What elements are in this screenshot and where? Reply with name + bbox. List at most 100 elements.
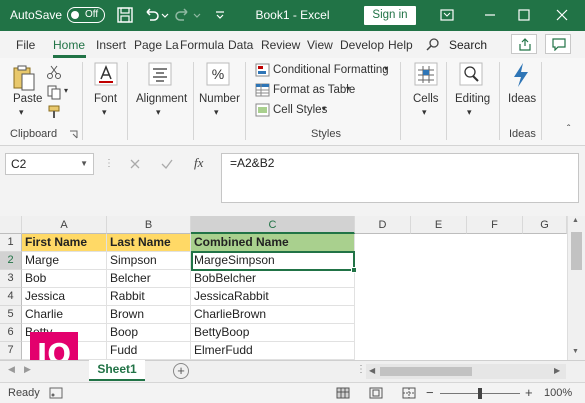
cells-icon[interactable] — [414, 62, 438, 86]
table-cell[interactable]: Brown — [107, 306, 191, 324]
minimize-icon[interactable] — [478, 4, 502, 26]
table-cell[interactable]: JessicaRabbit — [191, 288, 355, 306]
table-cell[interactable]: Jessica — [22, 288, 107, 306]
table-cell[interactable]: First Name — [22, 234, 107, 252]
paste-icon[interactable] — [12, 64, 36, 92]
cells-dropdown-icon[interactable]: ▾ — [422, 107, 427, 118]
number-format-icon[interactable]: % — [206, 62, 230, 86]
editing-icon[interactable] — [459, 62, 483, 86]
comments-button[interactable] — [545, 34, 571, 54]
copy-icon[interactable] — [46, 84, 62, 100]
tab-data[interactable]: Data — [228, 38, 253, 52]
row-header[interactable]: 7 — [0, 342, 22, 360]
prev-sheet-icon[interactable]: ◀ — [8, 364, 15, 375]
font-icon[interactable] — [94, 62, 118, 86]
sign-in-button[interactable]: Sign in — [364, 6, 416, 25]
undo-icon[interactable] — [142, 6, 160, 24]
column-header[interactable]: D — [355, 216, 411, 234]
font-dropdown-icon[interactable]: ▾ — [102, 107, 107, 118]
zoom-level[interactable]: 100% — [544, 387, 572, 399]
column-header[interactable]: E — [411, 216, 467, 234]
column-header[interactable]: A — [22, 216, 107, 234]
table-cell[interactable]: Boop — [107, 324, 191, 342]
table-cell[interactable]: ElmerFudd — [191, 342, 355, 360]
format-painter-icon[interactable] — [46, 104, 62, 120]
tab-file[interactable]: File — [16, 38, 35, 52]
tab-page-layout[interactable]: Page La — [134, 38, 179, 52]
tab-insert[interactable]: Insert — [96, 38, 126, 52]
name-box[interactable]: C2 ▼ — [5, 153, 94, 175]
page-break-view-icon[interactable] — [402, 387, 416, 399]
row-header[interactable]: 1 — [0, 234, 22, 252]
table-cell[interactable]: Rabbit — [107, 288, 191, 306]
table-cell[interactable]: Charlie — [22, 306, 107, 324]
autosave-toggle[interactable]: Off — [67, 7, 105, 23]
cells-button[interactable]: Cells — [413, 93, 439, 105]
row-header[interactable]: 5 — [0, 306, 22, 324]
table-cell[interactable]: BettyBoop — [191, 324, 355, 342]
format-as-table-button[interactable]: Format as Table — [273, 84, 355, 96]
customize-qat-icon[interactable] — [214, 6, 226, 24]
table-cell[interactable]: CharlieBrown — [191, 306, 355, 324]
column-header[interactable]: F — [467, 216, 523, 234]
zoom-out-icon[interactable]: − — [426, 385, 434, 400]
alignment-button[interactable]: Alignment — [136, 93, 187, 105]
fill-handle[interactable] — [351, 267, 357, 273]
number-button[interactable]: Number — [199, 93, 240, 105]
horizontal-scrollbar[interactable]: ◀ ▶ — [366, 364, 566, 379]
column-header[interactable]: C — [191, 216, 355, 234]
zoom-slider-thumb[interactable] — [478, 388, 482, 399]
maximize-icon[interactable] — [512, 4, 536, 26]
add-sheet-icon[interactable]: + — [173, 363, 189, 379]
editing-dropdown-icon[interactable]: ▾ — [467, 107, 472, 118]
cell-styles-dropdown-icon[interactable]: ▾ — [322, 104, 326, 113]
copy-dropdown-icon[interactable]: ▾ — [64, 86, 68, 95]
ideas-button[interactable]: Ideas — [508, 93, 536, 105]
table-cell[interactable]: Belcher — [107, 270, 191, 288]
row-header[interactable]: 6 — [0, 324, 22, 342]
table-cell[interactable]: Simpson — [107, 252, 191, 270]
collapse-ribbon-icon[interactable]: ˆ — [567, 124, 570, 135]
table-cell[interactable]: Combined Name — [191, 234, 355, 252]
select-all-corner[interactable] — [0, 216, 22, 234]
search-box[interactable]: Search — [449, 38, 487, 52]
paste-button[interactable]: Paste — [13, 93, 42, 105]
paste-dropdown-icon[interactable]: ▾ — [19, 107, 24, 118]
normal-view-icon[interactable] — [336, 387, 350, 399]
tab-review[interactable]: Review — [261, 38, 300, 52]
vertical-scroll-thumb[interactable] — [571, 232, 582, 270]
ribbon-display-options-icon[interactable] — [435, 4, 459, 26]
redo-dropdown-icon[interactable] — [192, 6, 202, 24]
tab-view[interactable]: View — [307, 38, 333, 52]
editing-button[interactable]: Editing — [455, 93, 490, 105]
macro-recording-icon[interactable] — [49, 387, 63, 399]
tab-help[interactable]: Help — [388, 38, 413, 52]
font-button[interactable]: Font — [94, 93, 117, 105]
conditional-formatting-button[interactable]: Conditional Formatting — [273, 64, 389, 76]
table-cell[interactable]: Marge — [22, 252, 107, 270]
insert-function-icon[interactable]: fx — [194, 155, 203, 171]
scroll-up-icon[interactable]: ▲ — [572, 217, 579, 224]
undo-dropdown-icon[interactable] — [160, 6, 170, 24]
next-sheet-icon[interactable]: ▶ — [24, 364, 31, 375]
name-box-dropdown-icon[interactable]: ▼ — [80, 154, 88, 174]
cell-styles-button[interactable]: Cell Styles — [273, 104, 327, 116]
confirm-entry-icon[interactable] — [160, 157, 174, 171]
worksheet-grid[interactable]: A B C D E F G 1 First Name Last Name Com… — [0, 216, 585, 360]
row-header[interactable]: 4 — [0, 288, 22, 306]
row-header[interactable]: 2 — [0, 252, 22, 270]
scroll-down-icon[interactable]: ▼ — [572, 348, 579, 355]
cancel-entry-icon[interactable] — [128, 157, 142, 171]
save-icon[interactable] — [116, 6, 134, 24]
formula-input[interactable]: =A2&B2 — [221, 153, 579, 203]
alignment-icon[interactable] — [148, 62, 172, 86]
sheet-bar-grip-icon[interactable]: ⋮ — [356, 364, 366, 375]
number-dropdown-icon[interactable]: ▾ — [214, 107, 219, 118]
tab-formulas[interactable]: Formula — [180, 38, 224, 52]
table-cell[interactable]: Last Name — [107, 234, 191, 252]
clipboard-launcher-icon[interactable] — [69, 130, 78, 139]
search-icon[interactable] — [426, 37, 440, 51]
close-icon[interactable] — [550, 4, 574, 26]
scroll-right-icon[interactable]: ▶ — [554, 366, 560, 375]
vertical-scrollbar[interactable]: ▲ ▼ — [567, 216, 585, 360]
